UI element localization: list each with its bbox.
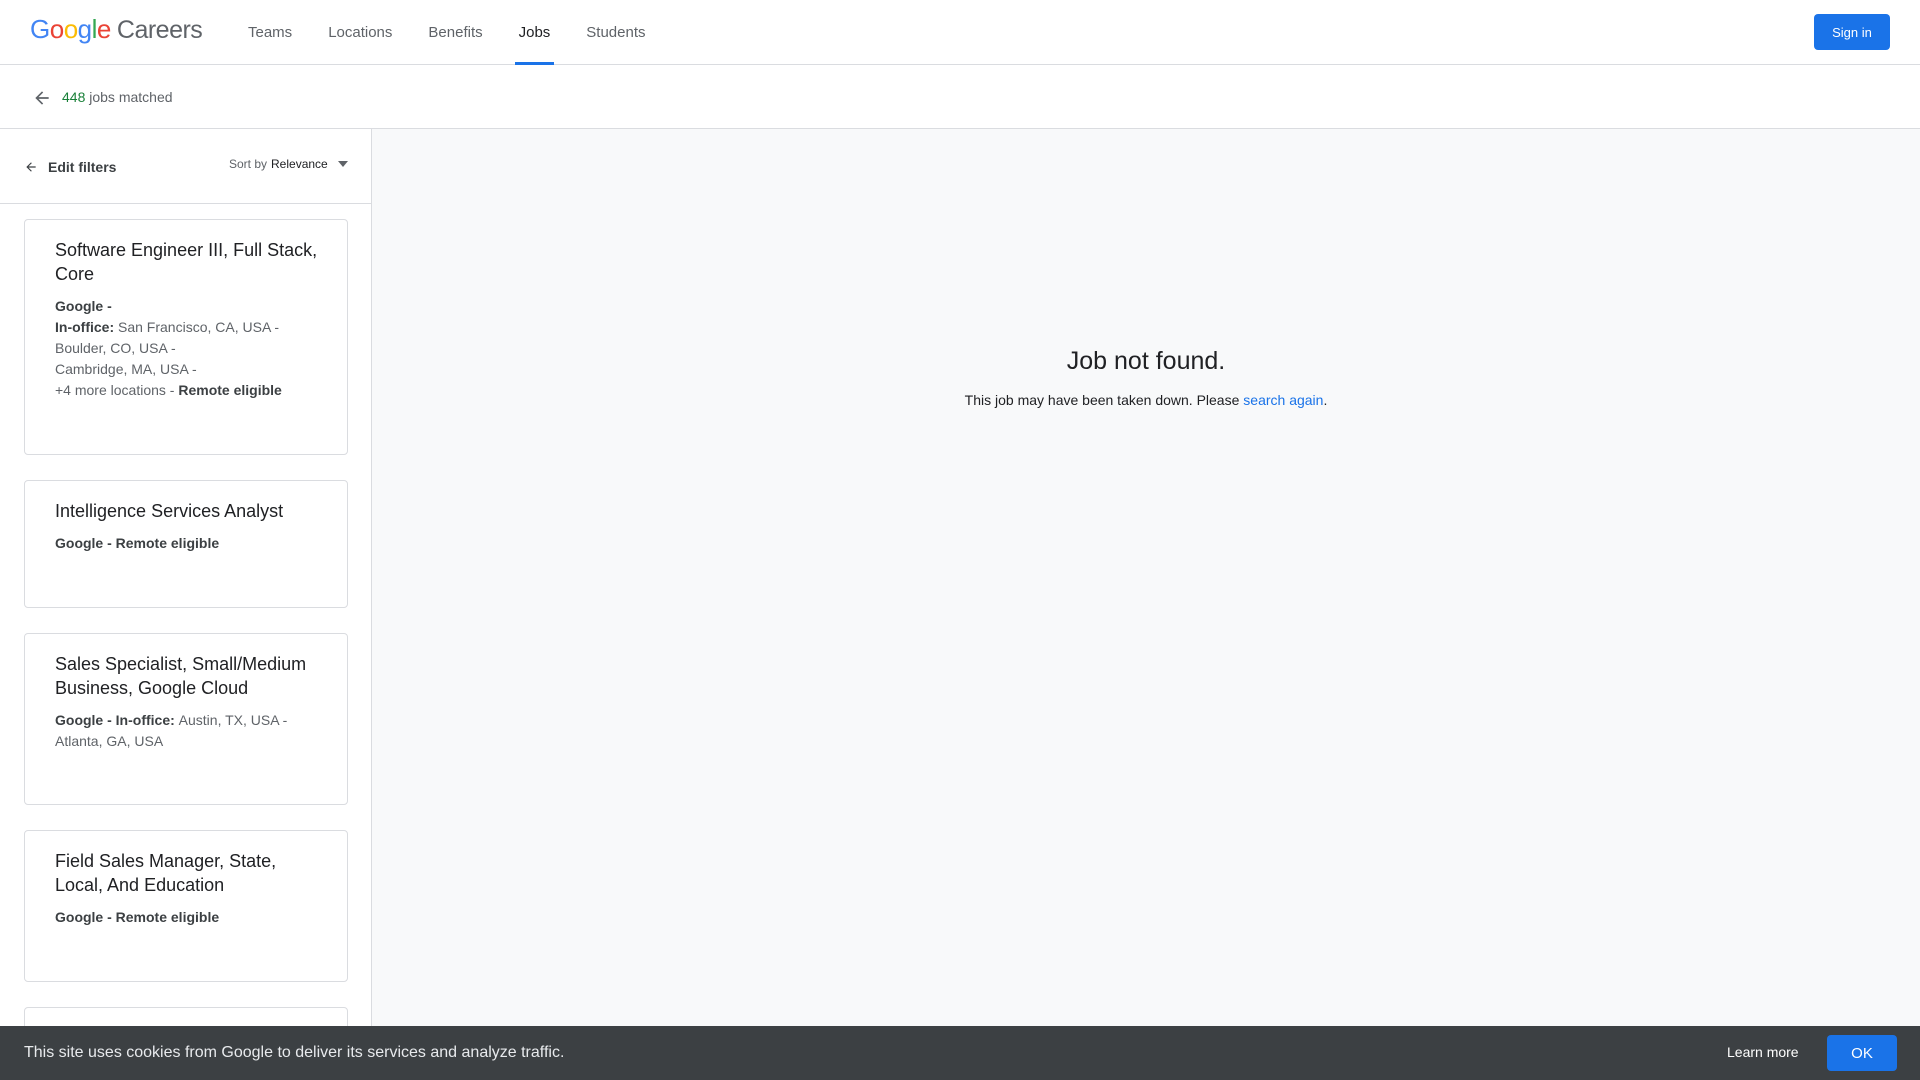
job-not-found-message: This job may have been taken down. Pleas… [964, 392, 1328, 408]
nav-locations[interactable]: Locations [310, 0, 410, 65]
job-detail-panel: Job not found. This job may have been ta… [372, 129, 1920, 1080]
filters-bar: Edit filters Sort by Relevance [0, 129, 371, 204]
main-nav: Teams Locations Benefits Jobs Students [230, 0, 664, 65]
job-meta: Google - In-office: San Francisco, CA, U… [55, 298, 282, 398]
nav-benefits[interactable]: Benefits [410, 0, 500, 65]
nav-teams[interactable]: Teams [230, 0, 310, 65]
nav-jobs[interactable]: Jobs [501, 0, 569, 65]
back-arrow-icon[interactable] [28, 84, 56, 112]
nav-students[interactable]: Students [568, 0, 663, 65]
edit-filters-button[interactable]: Edit filters [24, 159, 116, 175]
sign-in-button[interactable]: Sign in [1814, 14, 1890, 50]
job-title[interactable]: Intelligence Services Analyst [55, 499, 327, 523]
search-again-link[interactable]: search again [1243, 392, 1323, 408]
sort-value: Relevance [271, 157, 328, 171]
job-title[interactable]: Software Engineer III, Full Stack, Core [55, 238, 327, 286]
job-card[interactable]: Intelligence Services Analyst Google - R… [24, 480, 348, 608]
learn-more-link[interactable]: Learn more [1727, 1044, 1799, 1060]
cookie-banner: This site uses cookies from Google to de… [0, 1026, 1920, 1080]
arrow-back-icon [26, 162, 36, 172]
job-not-found-title: Job not found. [1066, 347, 1226, 375]
job-title[interactable]: Field Sales Manager, State, Local, And E… [55, 849, 327, 897]
job-card[interactable]: Field Sales Manager, State, Local, And E… [24, 830, 348, 982]
logo-careers-text: Careers [116, 16, 203, 44]
job-meta: Google - In-office: Austin, TX, USA - At… [55, 712, 288, 749]
job-meta: Google - Remote eligible [55, 909, 220, 925]
job-title[interactable]: Sales Specialist, Small/Medium Business,… [55, 652, 327, 700]
site-header: Google Careers Teams Locations Benefits … [0, 0, 1920, 65]
cookie-message: This site uses cookies from Google to de… [24, 1044, 565, 1061]
jobs-count: 448 [62, 89, 86, 105]
google-careers-logo[interactable]: Google Careers [30, 14, 203, 50]
cookie-ok-button[interactable]: OK [1827, 1035, 1897, 1071]
results-bar: 448 jobs matched [0, 65, 1920, 129]
job-card[interactable]: Sales Specialist, Small/Medium Business,… [24, 633, 348, 805]
dropdown-caret-icon [337, 161, 348, 167]
job-list-panel: Edit filters Sort by Relevance Software … [0, 129, 372, 1080]
job-card[interactable]: Software Engineer III, Full Stack, Core … [24, 219, 348, 455]
jobs-matched-text: 448 jobs matched [62, 89, 173, 105]
job-meta: Google - Remote eligible [55, 535, 220, 551]
sort-dropdown[interactable]: Sort by Relevance [229, 157, 348, 171]
